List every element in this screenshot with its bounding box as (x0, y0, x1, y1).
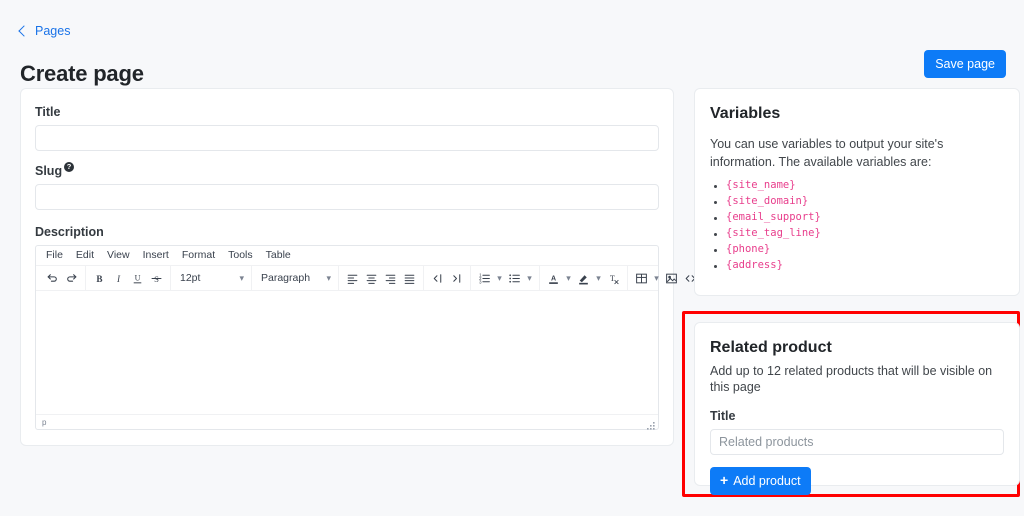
table-icon[interactable] (632, 269, 651, 288)
menu-tools[interactable]: Tools (222, 248, 259, 263)
slug-label-text: Slug (35, 164, 63, 178)
list-item: {site_domain} (710, 195, 1004, 207)
toolbar-group-indent (424, 266, 471, 290)
numbered-list-icon[interactable]: 123 (475, 269, 494, 288)
editor-statusbar: p (36, 414, 658, 430)
help-icon[interactable]: ? (64, 162, 75, 172)
menu-view[interactable]: View (101, 248, 136, 263)
svg-text:U: U (135, 273, 141, 282)
font-size-value: 12pt (180, 272, 201, 284)
chevron-down-icon[interactable]: ▾ (524, 269, 535, 288)
title-label: Title (35, 105, 659, 119)
title-input[interactable] (35, 125, 659, 151)
underline-icon[interactable]: U (128, 269, 147, 288)
chevron-down-icon[interactable]: ▾ (651, 269, 662, 288)
menu-edit[interactable]: Edit (70, 248, 100, 263)
related-title-label: Title (710, 409, 1004, 423)
create-page-screen: Pages Create page Save page Title Slug ?… (0, 0, 1024, 516)
list-item: {address} (710, 259, 1004, 271)
svg-text:A: A (551, 275, 556, 282)
align-left-icon[interactable] (343, 269, 362, 288)
page-form-card: Title Slug ? Description File Edit View … (20, 88, 715, 446)
clear-formatting-icon[interactable]: T (604, 269, 623, 288)
related-product-description: Add up to 12 related products that will … (710, 364, 993, 395)
title-label-text: Title (35, 105, 61, 119)
toolbar-group-history (39, 266, 86, 290)
align-justify-icon[interactable] (400, 269, 419, 288)
variables-description: You can use variables to output your sit… (710, 137, 944, 170)
list-item: {phone} (710, 243, 1004, 255)
related-title-input[interactable] (710, 428, 1004, 455)
plus-icon: + (720, 472, 729, 489)
slug-label: Slug ? (35, 162, 659, 178)
editor-toolbar: B I U S 12pt ▾ (36, 266, 715, 291)
toolbar-group-colors: A ▾ ▾ T (540, 266, 628, 290)
align-right-icon[interactable] (381, 269, 400, 288)
menu-format[interactable]: Format (176, 248, 221, 263)
toolbar-group-alignment (339, 266, 424, 290)
toolbar-group-lists: 123 ▾ ▾ (471, 266, 540, 290)
toolbar-group-font-size: 12pt ▾ (171, 266, 252, 290)
block-format-value: Paragraph (261, 272, 311, 284)
svg-text:3: 3 (479, 279, 482, 284)
chevron-down-icon[interactable]: ▾ (593, 269, 604, 288)
redo-icon[interactable] (62, 269, 81, 288)
menu-insert[interactable]: Insert (137, 248, 175, 263)
variables-title: Variables (710, 105, 781, 122)
editor-menubar: File Edit View Insert Format Tools Table (36, 246, 658, 266)
font-size-select[interactable]: 12pt ▾ (175, 269, 247, 288)
resize-grip-icon[interactable] (646, 418, 656, 430)
chevron-down-icon[interactable]: ▾ (494, 269, 505, 288)
variables-list: {site_name} {site_domain} {email_support… (710, 179, 1004, 271)
chevron-down-icon[interactable]: ▾ (563, 269, 574, 288)
undo-icon[interactable] (43, 269, 62, 288)
svg-text:B: B (96, 273, 102, 283)
insert-image-icon[interactable] (662, 269, 681, 288)
element-path[interactable]: p (40, 418, 49, 427)
strikethrough-icon[interactable]: S (147, 269, 166, 288)
slug-input[interactable] (35, 184, 659, 210)
svg-text:I: I (116, 273, 121, 283)
italic-icon[interactable]: I (109, 269, 128, 288)
outdent-icon[interactable] (428, 269, 447, 288)
editor-content-area[interactable] (36, 291, 658, 414)
page-title: Create page (20, 60, 144, 86)
chevron-left-icon (18, 24, 30, 37)
related-product-card: Related product Add up to 12 related pro… (694, 322, 1020, 495)
list-item: {site_name} (710, 179, 1004, 191)
toolbar-group-text-style: B I U S (86, 266, 171, 290)
list-item: {site_tag_line} (710, 227, 1004, 239)
block-format-select[interactable]: Paragraph ▾ (256, 269, 334, 288)
breadcrumb[interactable]: Pages (18, 24, 70, 38)
background-color-icon[interactable] (574, 269, 593, 288)
bold-icon[interactable]: B (90, 269, 109, 288)
list-item: {email_support} (710, 211, 1004, 223)
text-color-icon[interactable]: A (544, 269, 563, 288)
breadcrumb-link-pages[interactable]: Pages (35, 24, 70, 38)
bullet-list-icon[interactable] (505, 269, 524, 288)
save-page-button[interactable]: Save page (924, 50, 1006, 79)
toolbar-group-block-format: Paragraph ▾ (252, 266, 339, 290)
menu-file[interactable]: File (40, 248, 69, 263)
variables-card: Variables You can use variables to outpu… (694, 88, 1020, 296)
align-center-icon[interactable] (362, 269, 381, 288)
rich-text-editor: File Edit View Insert Format Tools Table (35, 245, 715, 430)
chevron-down-icon: ▾ (239, 272, 244, 283)
indent-icon[interactable] (447, 269, 466, 288)
description-label: Description (35, 225, 659, 239)
related-product-title: Related product (710, 339, 832, 356)
description-label-text: Description (35, 225, 104, 239)
chevron-down-icon: ▾ (326, 272, 331, 283)
add-product-label: Add product (733, 473, 801, 488)
related-title-label-text: Title (710, 408, 736, 423)
svg-text:T: T (610, 274, 615, 283)
add-product-button[interactable]: + Add product (710, 466, 811, 495)
menu-table[interactable]: Table (260, 248, 297, 263)
